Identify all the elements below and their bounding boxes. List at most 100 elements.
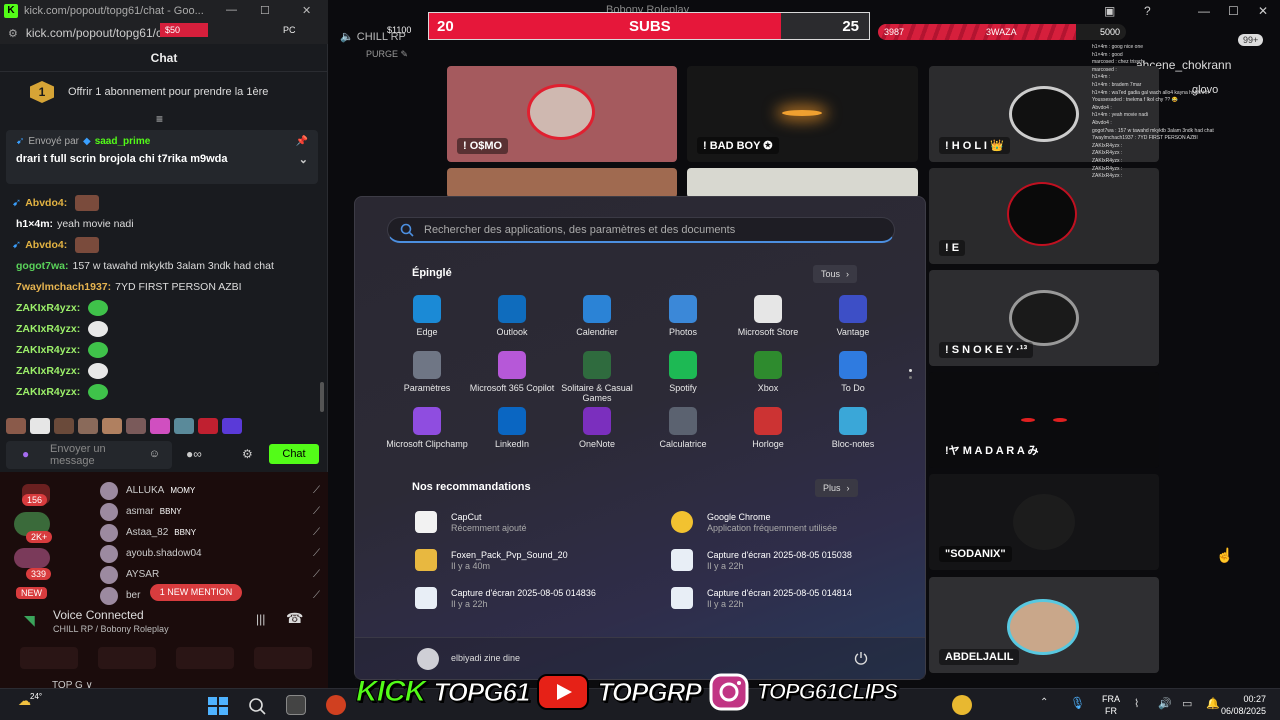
pin-icon[interactable]: 📌 bbox=[296, 136, 308, 147]
chat-username[interactable]: ZAKIxR4yzx: bbox=[16, 343, 80, 357]
pinned-app-outlook[interactable]: Outlook bbox=[468, 295, 556, 337]
minimize-icon[interactable]: — bbox=[226, 4, 237, 16]
pinned-app-settings[interactable]: Paramètres bbox=[383, 351, 471, 393]
member-row[interactable]: ayoub.shadow04 ⟋ bbox=[100, 543, 320, 564]
chat-emote-icon[interactable] bbox=[75, 194, 100, 211]
pinned-app-linkedin[interactable]: LinkedIn bbox=[468, 407, 556, 449]
pinned-app-solitaire[interactable]: Solitaire & Casual Games bbox=[553, 351, 641, 403]
mic-icon[interactable]: ● bbox=[22, 448, 29, 460]
window-minimize-icon[interactable]: — bbox=[1198, 4, 1210, 18]
volume-icon[interactable]: 🔊 bbox=[1158, 697, 1172, 710]
pinned-app-notepad[interactable]: Bloc-notes bbox=[809, 407, 897, 449]
user-avatar-icon[interactable] bbox=[417, 648, 439, 670]
pinned-app-photos[interactable]: Photos bbox=[639, 295, 727, 337]
pinned-message[interactable]: ➹ Envoyé par ◆ saad_prime 📌 drari t full… bbox=[6, 130, 318, 184]
recommendation-item[interactable]: Foxen_Pack_Pvp_Sound_20 Il y a 40m bbox=[411, 545, 661, 575]
recommendation-item[interactable]: Google Chrome Application fréquemment uti… bbox=[667, 507, 917, 537]
pinned-app-spotify[interactable]: Spotify bbox=[639, 351, 727, 393]
chat-username[interactable]: gogot7wa: bbox=[16, 259, 69, 273]
pinned-app-xbox[interactable]: Xbox bbox=[724, 351, 812, 393]
gear-icon[interactable]: ⚙ bbox=[242, 447, 253, 461]
emote-icon[interactable] bbox=[222, 418, 242, 434]
chat-username[interactable]: ZAKIxR4yzx: bbox=[16, 301, 80, 315]
start-search-input[interactable]: Rechercher des applications, des paramèt… bbox=[387, 217, 895, 243]
emote-icon[interactable] bbox=[54, 418, 74, 434]
page-dots[interactable] bbox=[909, 369, 913, 383]
close-icon[interactable]: ✕ bbox=[302, 4, 311, 17]
video-tile[interactable]: "SODANIX" bbox=[929, 474, 1159, 570]
video-tile[interactable]: ! BAD BOY ✪ bbox=[687, 66, 918, 162]
pinned-app-calculator[interactable]: Calculatrice bbox=[639, 407, 727, 449]
language-indicator[interactable]: FRA FR bbox=[1102, 693, 1120, 717]
chat-emote-icon[interactable] bbox=[88, 341, 109, 358]
emoji-icon[interactable]: ☺ bbox=[149, 448, 160, 460]
emote-icon[interactable] bbox=[198, 418, 218, 434]
member-row[interactable]: asmar BBNY ⟋ bbox=[100, 501, 320, 522]
chat-emote-icon[interactable] bbox=[88, 299, 109, 316]
recommendation-item[interactable]: Capture d'écran 2025-08-05 015038 Il y a … bbox=[667, 545, 917, 575]
disconnect-icon[interactable]: ☎ bbox=[286, 610, 303, 627]
window-close-icon[interactable]: ✕ bbox=[1258, 4, 1268, 18]
more-button[interactable]: Plus › bbox=[815, 479, 858, 497]
help-icon[interactable]: ? bbox=[1144, 4, 1151, 18]
notification-icon[interactable]: 🔔 bbox=[1206, 697, 1220, 710]
pinned-app-clock[interactable]: Horloge bbox=[724, 407, 812, 449]
screen-share-button[interactable] bbox=[98, 647, 156, 669]
battery-icon[interactable]: ▭ bbox=[1182, 697, 1192, 710]
chat-username[interactable]: Abvdo4: bbox=[25, 196, 67, 210]
pinned-app-vantage[interactable]: Vantage bbox=[809, 295, 897, 337]
new-mention-pill[interactable]: 1 NEW MENTION bbox=[150, 584, 242, 601]
pinned-app-calendar[interactable]: Calendrier bbox=[553, 295, 641, 337]
member-row[interactable]: Astaa_82 BBNY ⟋ bbox=[100, 522, 320, 543]
video-tile[interactable]: ! S N O K E Y ·¹³ bbox=[929, 270, 1159, 366]
app-icon[interactable] bbox=[326, 695, 346, 715]
video-tile[interactable]: !ヤ M A D A R A み bbox=[929, 372, 1159, 468]
all-apps-button[interactable]: Tous › bbox=[813, 265, 858, 283]
emote-icon[interactable] bbox=[174, 418, 194, 434]
chrome-icon[interactable] bbox=[952, 695, 972, 715]
emote-icon[interactable] bbox=[30, 418, 50, 434]
recommendation-item[interactable]: CapCut Récemment ajouté bbox=[411, 507, 661, 537]
clock[interactable]: 00:27 06/08/2025 bbox=[1221, 693, 1266, 717]
noise-icon[interactable]: ||| bbox=[256, 612, 265, 626]
member-row[interactable]: ALLUKA MOMY ⟋ bbox=[100, 480, 320, 501]
chat-emote-icon[interactable] bbox=[88, 320, 109, 337]
video-tile[interactable] bbox=[687, 168, 918, 198]
emote-icon[interactable] bbox=[102, 418, 122, 434]
collapse-icon[interactable]: ≡ bbox=[156, 112, 163, 126]
chevron-up-icon[interactable]: ⌃ bbox=[1040, 697, 1048, 708]
camera-off-button[interactable] bbox=[20, 647, 78, 669]
screen-icon[interactable]: ▣ bbox=[1104, 4, 1115, 18]
network-icon[interactable]: ⌇ bbox=[1134, 697, 1139, 710]
search-icon[interactable] bbox=[248, 697, 266, 715]
chat-username[interactable]: h1×4m: bbox=[16, 217, 53, 231]
member-row[interactable]: AYSAR ⟋ bbox=[100, 564, 320, 585]
pinned-app-edge[interactable]: Edge bbox=[383, 295, 471, 337]
pinned-app-store[interactable]: Microsoft Store bbox=[724, 295, 812, 337]
emote-icon[interactable] bbox=[6, 418, 26, 434]
pinned-app-clipchamp[interactable]: Microsoft Clipchamp bbox=[383, 407, 471, 449]
emote-icon[interactable] bbox=[126, 418, 146, 434]
activity-button[interactable] bbox=[176, 647, 234, 669]
soundboard-button[interactable] bbox=[254, 647, 312, 669]
signal-icon[interactable]: ◥ bbox=[24, 612, 35, 629]
chat-emote-icon[interactable] bbox=[88, 383, 109, 400]
microphone-icon[interactable]: 🎙 bbox=[1070, 696, 1085, 710]
video-tile[interactable] bbox=[447, 168, 677, 198]
chat-username[interactable]: Abvdo4: bbox=[25, 238, 67, 252]
chat-emote-icon[interactable] bbox=[88, 362, 109, 379]
recommendation-item[interactable]: Capture d'écran 2025-08-05 014836 Il y a … bbox=[411, 583, 661, 613]
chevron-down-icon[interactable]: ⌄ bbox=[299, 153, 308, 166]
emote-icon[interactable] bbox=[150, 418, 170, 434]
pinned-app-m365[interactable]: Microsoft 365 Copilot bbox=[468, 351, 556, 393]
pinned-app-onenote[interactable]: OneNote bbox=[553, 407, 641, 449]
power-icon[interactable] bbox=[853, 650, 869, 666]
window-maximize-icon[interactable]: ☐ bbox=[1228, 4, 1239, 18]
video-tile[interactable]: ! E bbox=[929, 168, 1159, 264]
emote-icon[interactable] bbox=[78, 418, 98, 434]
windows-start-icon[interactable] bbox=[208, 697, 228, 715]
chat-username[interactable]: ZAKIxR4yzx: bbox=[16, 364, 80, 378]
site-info-icon[interactable]: ⚙ bbox=[8, 27, 18, 40]
recommendation-item[interactable]: Capture d'écran 2025-08-05 014814 Il y a … bbox=[667, 583, 917, 613]
chat-username[interactable]: ZAKIxR4yzx: bbox=[16, 322, 80, 336]
